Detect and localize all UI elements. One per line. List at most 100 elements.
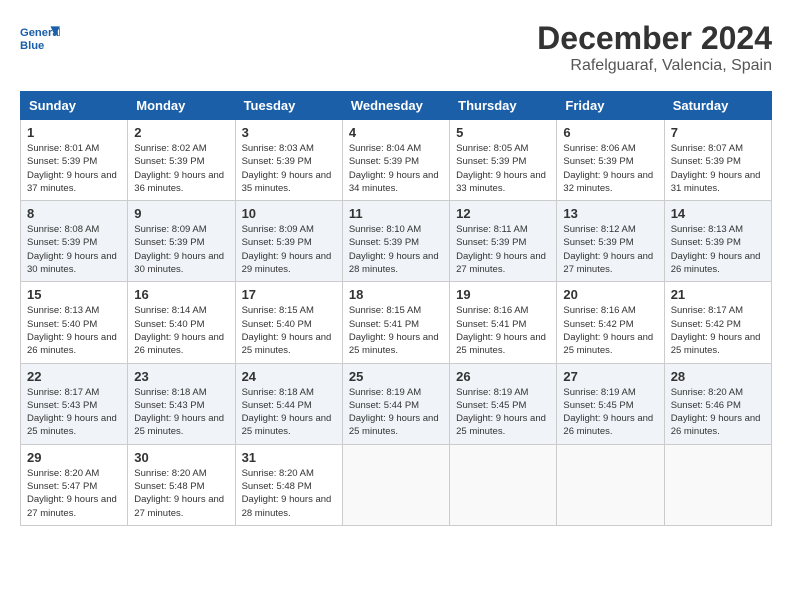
calendar-cell: 20 Sunrise: 8:16 AM Sunset: 5:42 PM Dayl… (557, 282, 664, 363)
calendar-table: SundayMondayTuesdayWednesdayThursdayFrid… (20, 91, 772, 526)
calendar-cell (664, 444, 771, 525)
day-info: Sunrise: 8:17 AM Sunset: 5:43 PM Dayligh… (27, 386, 121, 439)
day-number: 29 (27, 450, 121, 465)
day-info: Sunrise: 8:06 AM Sunset: 5:39 PM Dayligh… (563, 142, 657, 195)
calendar-cell: 14 Sunrise: 8:13 AM Sunset: 5:39 PM Dayl… (664, 201, 771, 282)
day-info: Sunrise: 8:18 AM Sunset: 5:43 PM Dayligh… (134, 386, 228, 439)
calendar-subtitle: Rafelguaraf, Valencia, Spain (537, 57, 772, 75)
calendar-cell: 25 Sunrise: 8:19 AM Sunset: 5:44 PM Dayl… (342, 363, 449, 444)
day-number: 23 (134, 369, 228, 384)
day-info: Sunrise: 8:10 AM Sunset: 5:39 PM Dayligh… (349, 223, 443, 276)
calendar-cell (342, 444, 449, 525)
header-monday: Monday (128, 92, 235, 120)
day-info: Sunrise: 8:15 AM Sunset: 5:40 PM Dayligh… (242, 304, 336, 357)
day-info: Sunrise: 8:05 AM Sunset: 5:39 PM Dayligh… (456, 142, 550, 195)
day-info: Sunrise: 8:13 AM Sunset: 5:39 PM Dayligh… (671, 223, 765, 276)
calendar-cell: 3 Sunrise: 8:03 AM Sunset: 5:39 PM Dayli… (235, 120, 342, 201)
calendar-cell: 13 Sunrise: 8:12 AM Sunset: 5:39 PM Dayl… (557, 201, 664, 282)
day-number: 26 (456, 369, 550, 384)
day-number: 25 (349, 369, 443, 384)
day-info: Sunrise: 8:12 AM Sunset: 5:39 PM Dayligh… (563, 223, 657, 276)
day-number: 30 (134, 450, 228, 465)
day-number: 7 (671, 125, 765, 140)
day-info: Sunrise: 8:20 AM Sunset: 5:48 PM Dayligh… (242, 467, 336, 520)
calendar-cell: 17 Sunrise: 8:15 AM Sunset: 5:40 PM Dayl… (235, 282, 342, 363)
calendar-cell: 23 Sunrise: 8:18 AM Sunset: 5:43 PM Dayl… (128, 363, 235, 444)
day-number: 28 (671, 369, 765, 384)
calendar-cell: 5 Sunrise: 8:05 AM Sunset: 5:39 PM Dayli… (450, 120, 557, 201)
day-info: Sunrise: 8:19 AM Sunset: 5:45 PM Dayligh… (563, 386, 657, 439)
calendar-cell (557, 444, 664, 525)
calendar-cell: 8 Sunrise: 8:08 AM Sunset: 5:39 PM Dayli… (21, 201, 128, 282)
header-thursday: Thursday (450, 92, 557, 120)
day-number: 24 (242, 369, 336, 384)
day-number: 22 (27, 369, 121, 384)
day-info: Sunrise: 8:19 AM Sunset: 5:45 PM Dayligh… (456, 386, 550, 439)
day-number: 16 (134, 287, 228, 302)
day-number: 9 (134, 206, 228, 221)
calendar-title: December 2024 (537, 20, 772, 57)
header-sunday: Sunday (21, 92, 128, 120)
calendar-cell: 30 Sunrise: 8:20 AM Sunset: 5:48 PM Dayl… (128, 444, 235, 525)
day-number: 4 (349, 125, 443, 140)
calendar-cell: 21 Sunrise: 8:17 AM Sunset: 5:42 PM Dayl… (664, 282, 771, 363)
calendar-cell: 16 Sunrise: 8:14 AM Sunset: 5:40 PM Dayl… (128, 282, 235, 363)
day-info: Sunrise: 8:11 AM Sunset: 5:39 PM Dayligh… (456, 223, 550, 276)
day-info: Sunrise: 8:17 AM Sunset: 5:42 PM Dayligh… (671, 304, 765, 357)
day-number: 5 (456, 125, 550, 140)
svg-text:Blue: Blue (20, 40, 44, 52)
day-info: Sunrise: 8:08 AM Sunset: 5:39 PM Dayligh… (27, 223, 121, 276)
day-info: Sunrise: 8:02 AM Sunset: 5:39 PM Dayligh… (134, 142, 228, 195)
day-info: Sunrise: 8:16 AM Sunset: 5:41 PM Dayligh… (456, 304, 550, 357)
day-number: 10 (242, 206, 336, 221)
day-info: Sunrise: 8:04 AM Sunset: 5:39 PM Dayligh… (349, 142, 443, 195)
day-info: Sunrise: 8:09 AM Sunset: 5:39 PM Dayligh… (242, 223, 336, 276)
day-info: Sunrise: 8:01 AM Sunset: 5:39 PM Dayligh… (27, 142, 121, 195)
calendar-cell: 22 Sunrise: 8:17 AM Sunset: 5:43 PM Dayl… (21, 363, 128, 444)
day-number: 3 (242, 125, 336, 140)
header: General Blue December 2024 Rafelguaraf, … (20, 20, 772, 75)
day-info: Sunrise: 8:09 AM Sunset: 5:39 PM Dayligh… (134, 223, 228, 276)
calendar-cell: 26 Sunrise: 8:19 AM Sunset: 5:45 PM Dayl… (450, 363, 557, 444)
calendar-cell: 18 Sunrise: 8:15 AM Sunset: 5:41 PM Dayl… (342, 282, 449, 363)
calendar-cell: 12 Sunrise: 8:11 AM Sunset: 5:39 PM Dayl… (450, 201, 557, 282)
day-number: 13 (563, 206, 657, 221)
week-row-1: 1 Sunrise: 8:01 AM Sunset: 5:39 PM Dayli… (21, 120, 772, 201)
day-number: 8 (27, 206, 121, 221)
day-number: 21 (671, 287, 765, 302)
header-friday: Friday (557, 92, 664, 120)
calendar-cell: 11 Sunrise: 8:10 AM Sunset: 5:39 PM Dayl… (342, 201, 449, 282)
day-number: 27 (563, 369, 657, 384)
calendar-cell: 31 Sunrise: 8:20 AM Sunset: 5:48 PM Dayl… (235, 444, 342, 525)
day-number: 17 (242, 287, 336, 302)
week-row-5: 29 Sunrise: 8:20 AM Sunset: 5:47 PM Dayl… (21, 444, 772, 525)
calendar-cell: 10 Sunrise: 8:09 AM Sunset: 5:39 PM Dayl… (235, 201, 342, 282)
calendar-cell: 28 Sunrise: 8:20 AM Sunset: 5:46 PM Dayl… (664, 363, 771, 444)
calendar-cell: 7 Sunrise: 8:07 AM Sunset: 5:39 PM Dayli… (664, 120, 771, 201)
general-blue-icon: General Blue (20, 20, 60, 60)
title-block: December 2024 Rafelguaraf, Valencia, Spa… (537, 20, 772, 75)
day-info: Sunrise: 8:15 AM Sunset: 5:41 PM Dayligh… (349, 304, 443, 357)
day-number: 18 (349, 287, 443, 302)
calendar-cell: 27 Sunrise: 8:19 AM Sunset: 5:45 PM Dayl… (557, 363, 664, 444)
day-info: Sunrise: 8:07 AM Sunset: 5:39 PM Dayligh… (671, 142, 765, 195)
day-info: Sunrise: 8:20 AM Sunset: 5:48 PM Dayligh… (134, 467, 228, 520)
header-saturday: Saturday (664, 92, 771, 120)
day-info: Sunrise: 8:13 AM Sunset: 5:40 PM Dayligh… (27, 304, 121, 357)
day-number: 31 (242, 450, 336, 465)
week-row-4: 22 Sunrise: 8:17 AM Sunset: 5:43 PM Dayl… (21, 363, 772, 444)
logo: General Blue (20, 20, 64, 60)
day-info: Sunrise: 8:19 AM Sunset: 5:44 PM Dayligh… (349, 386, 443, 439)
calendar-cell: 9 Sunrise: 8:09 AM Sunset: 5:39 PM Dayli… (128, 201, 235, 282)
calendar-cell: 4 Sunrise: 8:04 AM Sunset: 5:39 PM Dayli… (342, 120, 449, 201)
calendar-cell: 15 Sunrise: 8:13 AM Sunset: 5:40 PM Dayl… (21, 282, 128, 363)
calendar-cell (450, 444, 557, 525)
week-row-2: 8 Sunrise: 8:08 AM Sunset: 5:39 PM Dayli… (21, 201, 772, 282)
day-info: Sunrise: 8:03 AM Sunset: 5:39 PM Dayligh… (242, 142, 336, 195)
day-number: 12 (456, 206, 550, 221)
day-number: 20 (563, 287, 657, 302)
day-number: 1 (27, 125, 121, 140)
day-number: 14 (671, 206, 765, 221)
calendar-cell: 24 Sunrise: 8:18 AM Sunset: 5:44 PM Dayl… (235, 363, 342, 444)
day-info: Sunrise: 8:20 AM Sunset: 5:47 PM Dayligh… (27, 467, 121, 520)
